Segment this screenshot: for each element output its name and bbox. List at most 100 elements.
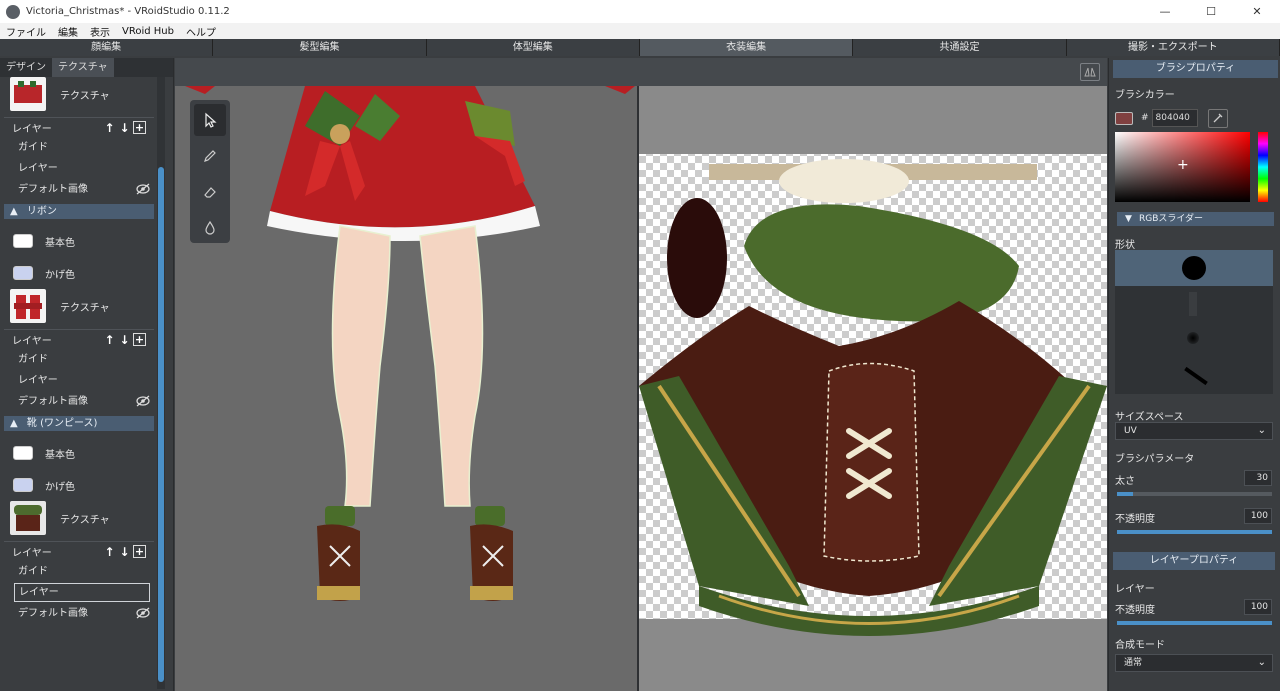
shade-color-swatch[interactable]: [13, 266, 33, 280]
add-layer-icon[interactable]: +: [133, 121, 146, 134]
move-layer-up-icon[interactable]: ↑: [103, 333, 116, 347]
section-shoes[interactable]: ▲ 靴 (ワンピース): [4, 416, 154, 431]
shade-color-label: かげ色: [45, 481, 75, 493]
collapse-icon: ▲: [10, 206, 18, 217]
layer-item-default-image[interactable]: デフォルト画像: [4, 179, 154, 200]
mode-tabs: 顔編集 髪型編集 体型編集 衣装編集 共通設定 撮影・エクスポート: [0, 39, 1280, 56]
ribbon-layer-header-label: レイヤー: [12, 336, 52, 347]
split-view-icon[interactable]: [1080, 63, 1100, 81]
texture-row-top[interactable]: テクスチャ: [4, 77, 154, 111]
menu-edit[interactable]: 編集: [52, 24, 84, 39]
minimize-button[interactable]: —: [1142, 0, 1188, 23]
tab-hair[interactable]: 髪型編集: [213, 39, 427, 56]
select-tool-icon[interactable]: [194, 104, 226, 136]
size-space-dropdown[interactable]: UV ⌄: [1115, 422, 1273, 440]
move-layer-down-icon[interactable]: ↓: [118, 333, 131, 347]
menu-view[interactable]: 表示: [84, 24, 116, 39]
tab-photo-export[interactable]: 撮影・エクスポート: [1066, 39, 1280, 56]
picker-cursor-icon: +: [1177, 157, 1189, 173]
tab-outfit[interactable]: 衣装編集: [639, 39, 854, 56]
eye-hidden-icon[interactable]: [136, 607, 150, 619]
shoes-layer-header-label: レイヤー: [12, 548, 52, 559]
shape-label: 形状: [1115, 240, 1135, 251]
shoes-shade-color[interactable]: かげ色: [4, 469, 154, 501]
layer-opacity-input[interactable]: 100: [1244, 599, 1272, 615]
3d-viewport[interactable]: [175, 86, 637, 691]
tab-body[interactable]: 体型編集: [426, 39, 640, 56]
tab-face[interactable]: 顔編集: [0, 39, 214, 56]
move-layer-up-icon[interactable]: ↑: [103, 545, 116, 559]
eraser-tool-icon[interactable]: [194, 176, 226, 208]
scrollbar-thumb[interactable]: [158, 167, 164, 682]
texture-thumbnail: [10, 77, 46, 111]
left-panel-scrollbar[interactable]: [157, 77, 165, 689]
color-picker-field[interactable]: +: [1115, 132, 1250, 202]
eyedropper-icon[interactable]: [1207, 108, 1228, 128]
layer-item-guide[interactable]: ガイド: [4, 561, 154, 582]
ribbon-shade-color[interactable]: かげ色: [4, 257, 154, 289]
layer-item-default-image[interactable]: デフォルト画像: [4, 391, 154, 412]
move-layer-down-icon[interactable]: ↓: [118, 121, 131, 135]
blend-mode-dropdown[interactable]: 通常 ⌄: [1115, 654, 1273, 672]
brush-shape-soft-line[interactable]: [1189, 292, 1197, 316]
tab-design[interactable]: デザイン: [0, 58, 52, 77]
tab-texture[interactable]: テクスチャ: [52, 58, 114, 77]
menu-vroid-hub[interactable]: VRoid Hub: [116, 26, 180, 37]
pen-tool-icon[interactable]: [194, 140, 226, 172]
brush-color-swatch[interactable]: [1115, 111, 1133, 125]
shade-color-swatch[interactable]: [13, 478, 33, 492]
texture-editor-canvas[interactable]: [639, 86, 1107, 691]
section-ribbon[interactable]: ▲ リボン: [4, 204, 154, 219]
ribbon-base-color[interactable]: 基本色: [4, 225, 154, 257]
add-layer-icon[interactable]: +: [133, 545, 146, 558]
thickness-slider-fill: [1117, 492, 1133, 496]
tool-strip: [190, 100, 230, 243]
maximize-button[interactable]: ☐: [1188, 0, 1234, 23]
fill-tool-icon[interactable]: [194, 212, 226, 244]
base-color-swatch[interactable]: [13, 234, 33, 248]
layer-properties-header[interactable]: レイヤープロパティ: [1113, 552, 1275, 570]
hue-slider[interactable]: [1258, 132, 1268, 202]
move-layer-down-icon[interactable]: ↓: [118, 545, 131, 559]
layer-item-guide[interactable]: ガイド: [4, 349, 154, 370]
rgb-slider-toggle[interactable]: ▼ RGBスライダー: [1117, 212, 1274, 226]
brush-color-row: # 804040: [1109, 108, 1228, 128]
menu-help[interactable]: ヘルプ: [180, 24, 222, 39]
add-layer-icon[interactable]: +: [133, 333, 146, 346]
layer-header-label: レイヤー: [12, 124, 52, 135]
tab-common-settings[interactable]: 共通設定: [853, 39, 1067, 56]
hex-color-input[interactable]: 804040: [1151, 109, 1198, 127]
thickness-slider[interactable]: [1117, 492, 1272, 496]
move-layer-up-icon[interactable]: ↑: [103, 121, 116, 135]
opacity-label: 不透明度: [1115, 514, 1155, 525]
shoes-base-color[interactable]: 基本色: [4, 437, 154, 469]
opacity-input[interactable]: 100: [1244, 508, 1272, 524]
shoes-texture-row[interactable]: テクスチャ: [4, 501, 154, 535]
eye-hidden-icon[interactable]: [136, 395, 150, 407]
brush-params-label: ブラシパラメータ: [1115, 454, 1195, 465]
size-space-label: サイズスペース: [1115, 412, 1184, 423]
layer-item-layer[interactable]: レイヤー: [4, 158, 154, 179]
opacity-slider[interactable]: [1117, 530, 1272, 534]
base-color-swatch[interactable]: [13, 446, 33, 460]
layer-opacity-slider[interactable]: [1117, 621, 1272, 625]
layer-item-default-image[interactable]: デフォルト画像: [4, 603, 154, 624]
thickness-input[interactable]: 30: [1244, 470, 1272, 486]
brush-properties-header[interactable]: ブラシプロパティ: [1113, 60, 1278, 78]
ribbon-texture-row[interactable]: テクスチャ: [4, 289, 154, 323]
layer-opacity-label: 不透明度: [1115, 605, 1155, 616]
close-button[interactable]: ✕: [1234, 0, 1280, 23]
section-ribbon-title: リボン: [26, 206, 57, 217]
thickness-label: 太さ: [1115, 476, 1135, 487]
shoes-texture-label: テクスチャ: [60, 514, 110, 526]
brush-shape-slash[interactable]: [1184, 366, 1208, 386]
layer-item-layer-selected[interactable]: レイヤー: [14, 583, 150, 602]
ribbon-texture-thumbnail: [10, 289, 46, 323]
menu-file[interactable]: ファイル: [0, 24, 52, 39]
eye-hidden-icon[interactable]: [136, 183, 150, 195]
brush-shape-round[interactable]: [1115, 250, 1273, 286]
brush-shape-soft-dot[interactable]: [1187, 332, 1199, 344]
layer-item-guide[interactable]: ガイド: [4, 137, 154, 158]
layer-item-layer[interactable]: レイヤー: [4, 370, 154, 391]
section-shoes-title: 靴 (ワンピース): [26, 418, 98, 429]
